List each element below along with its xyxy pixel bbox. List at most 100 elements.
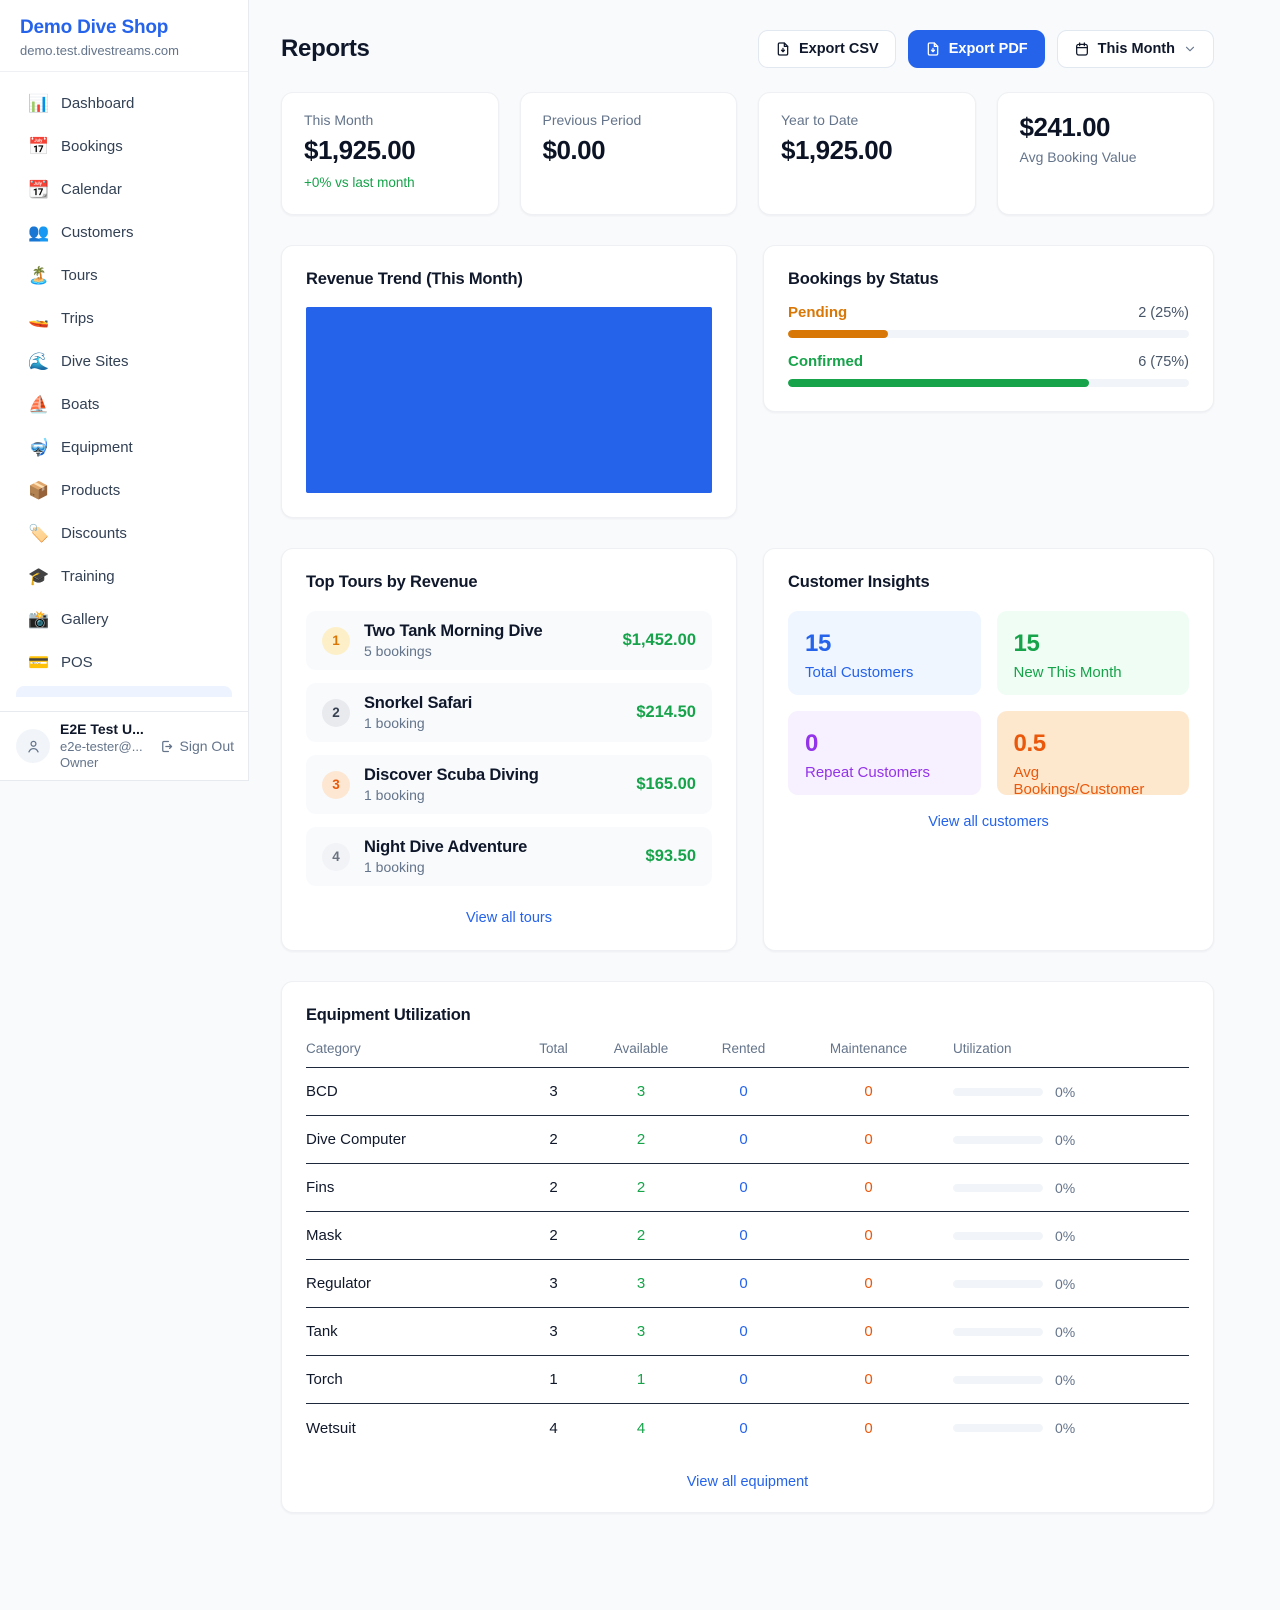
stat-value: $1,925.00 <box>781 135 953 166</box>
cell-total: 1 <box>511 1371 596 1388</box>
sign-out-icon <box>159 739 174 754</box>
stat-value: $1,925.00 <box>304 135 476 166</box>
rank-badge: 4 <box>322 843 350 871</box>
sidebar-item-trips[interactable]: 🚤 Trips <box>12 299 236 337</box>
cell-utilization: 0% <box>936 1372 1189 1388</box>
utilization-bar-track <box>953 1328 1043 1336</box>
rank-badge: 1 <box>322 627 350 655</box>
sidebar-item-customers[interactable]: 👥 Customers <box>12 213 236 251</box>
pos-icon: 💳 <box>28 654 48 671</box>
stat-card-this-month: This Month $1,925.00 +0% vs last month <box>281 92 499 215</box>
sidebar-item-calendar[interactable]: 📆 Calendar <box>12 170 236 208</box>
sidebar-item-tours[interactable]: 🏝️ Tours <box>12 256 236 294</box>
status-label-confirmed: Confirmed <box>788 353 863 370</box>
stat-card-avg-booking-value: $241.00 Avg Booking Value <box>997 92 1215 215</box>
cell-maintenance: 0 <box>801 1083 936 1100</box>
cell-rented: 0 <box>686 1420 801 1437</box>
sidebar-header: Demo Dive Shop demo.test.divestreams.com <box>0 0 248 72</box>
equipment-table-header: Category Total Available Rented Maintena… <box>306 1041 1189 1068</box>
sidebar-item-label: Tours <box>61 267 98 284</box>
sign-out-label: Sign Out <box>180 738 234 754</box>
status-value-confirmed: 6 (75%) <box>1138 354 1189 370</box>
tour-revenue: $214.50 <box>636 703 696 722</box>
export-csv-button[interactable]: Export CSV <box>758 30 896 68</box>
sidebar-nav: 📊 Dashboard 📅 Bookings 📆 Calendar 👥 Cust… <box>0 72 248 711</box>
tour-row: 3 Discover Scuba Diving 1 booking $165.0… <box>306 755 712 814</box>
tour-bookings: 5 bookings <box>364 643 609 659</box>
equipment-utilization-card: Equipment Utilization Category Total Ava… <box>281 981 1214 1513</box>
cell-total: 2 <box>511 1131 596 1148</box>
stat-label: This Month <box>304 112 476 128</box>
cell-available: 3 <box>596 1275 686 1292</box>
insight-tiles: 15 Total Customers 15 New This Month 0 R… <box>788 611 1189 795</box>
sidebar-item-pos[interactable]: 💳 POS <box>12 643 236 681</box>
equipment-utilization-title: Equipment Utilization <box>306 1006 1189 1025</box>
sidebar-item-bookings[interactable]: 📅 Bookings <box>12 127 236 165</box>
col-header-available: Available <box>596 1041 686 1056</box>
col-header-utilization: Utilization <box>936 1041 1189 1056</box>
sidebar-item-boats[interactable]: ⛵ Boats <box>12 385 236 423</box>
tile-label: Avg Bookings/Customer <box>1014 764 1173 798</box>
period-dropdown[interactable]: This Month <box>1057 30 1214 68</box>
cell-maintenance: 0 <box>801 1275 936 1292</box>
sidebar-item-dive-sites[interactable]: 🌊 Dive Sites <box>12 342 236 380</box>
sidebar-item-label: Bookings <box>61 138 123 155</box>
status-value-pending: 2 (25%) <box>1138 305 1189 321</box>
sidebar-item-equipment[interactable]: 🤿 Equipment <box>12 428 236 466</box>
calendar-icon: 📆 <box>28 181 48 198</box>
cell-total: 3 <box>511 1083 596 1100</box>
status-label-pending: Pending <box>788 304 847 321</box>
cell-available: 2 <box>596 1179 686 1196</box>
view-all-equipment-link[interactable]: View all equipment <box>306 1474 1189 1490</box>
tile-value: 0 <box>805 730 964 758</box>
sidebar-item-products[interactable]: 📦 Products <box>12 471 236 509</box>
utilization-percent: 0% <box>1055 1228 1075 1244</box>
file-download-icon <box>925 41 941 57</box>
stat-label: Year to Date <box>781 112 953 128</box>
cell-rented: 0 <box>686 1371 801 1388</box>
cell-category: Fins <box>306 1179 511 1196</box>
utilization-percent: 0% <box>1055 1180 1075 1196</box>
cell-category: Mask <box>306 1227 511 1244</box>
revenue-trend-title: Revenue Trend (This Month) <box>306 270 712 289</box>
sidebar-user-footer: E2E Test U... e2e-tester@... Owner Sign … <box>0 711 248 780</box>
bookings-by-status-card: Bookings by Status Pending 2 (25%) Confi… <box>763 245 1214 412</box>
stat-label: Avg Booking Value <box>1020 149 1192 165</box>
sidebar-item-label: Training <box>61 568 115 585</box>
calendar-icon <box>1074 41 1090 57</box>
table-row: Tank 3 3 0 0 0% <box>306 1308 1189 1356</box>
cell-available: 2 <box>596 1227 686 1244</box>
sign-out-button[interactable]: Sign Out <box>159 738 234 754</box>
view-all-tours-link[interactable]: View all tours <box>306 910 712 926</box>
tour-bookings: 1 booking <box>364 715 622 731</box>
sidebar-item-training[interactable]: 🎓 Training <box>12 557 236 595</box>
sidebar-item-discounts[interactable]: 🏷️ Discounts <box>12 514 236 552</box>
cell-utilization: 0% <box>936 1276 1189 1292</box>
export-pdf-button[interactable]: Export PDF <box>908 30 1045 68</box>
view-all-customers-link[interactable]: View all customers <box>788 814 1189 830</box>
utilization-bar-track <box>953 1232 1043 1240</box>
shop-subdomain: demo.test.divestreams.com <box>20 43 228 58</box>
utilization-bar-track <box>953 1424 1043 1432</box>
cell-total: 3 <box>511 1323 596 1340</box>
cell-category: Torch <box>306 1371 511 1388</box>
header-actions: Export CSV Export PDF This Month <box>758 30 1214 68</box>
cell-total: 3 <box>511 1275 596 1292</box>
cell-maintenance: 0 <box>801 1131 936 1148</box>
col-header-rented: Rented <box>686 1041 801 1056</box>
cell-maintenance: 0 <box>801 1420 936 1437</box>
sidebar-item-dashboard[interactable]: 📊 Dashboard <box>12 84 236 122</box>
cell-available: 3 <box>596 1083 686 1100</box>
cell-maintenance: 0 <box>801 1179 936 1196</box>
cell-utilization: 0% <box>936 1420 1189 1436</box>
sidebar-item-reports-active[interactable] <box>16 686 232 697</box>
sidebar-item-gallery[interactable]: 📸 Gallery <box>12 600 236 638</box>
main-content: Reports Export CSV Export PDF This Month <box>249 0 1280 1513</box>
tour-bookings: 1 booking <box>364 859 632 875</box>
shop-name: Demo Dive Shop <box>20 17 228 39</box>
cell-category: Regulator <box>306 1275 511 1292</box>
revenue-trend-chart <box>306 307 712 493</box>
sidebar-item-label: Calendar <box>61 181 122 198</box>
table-row: BCD 3 3 0 0 0% <box>306 1068 1189 1116</box>
tour-revenue: $165.00 <box>636 775 696 794</box>
